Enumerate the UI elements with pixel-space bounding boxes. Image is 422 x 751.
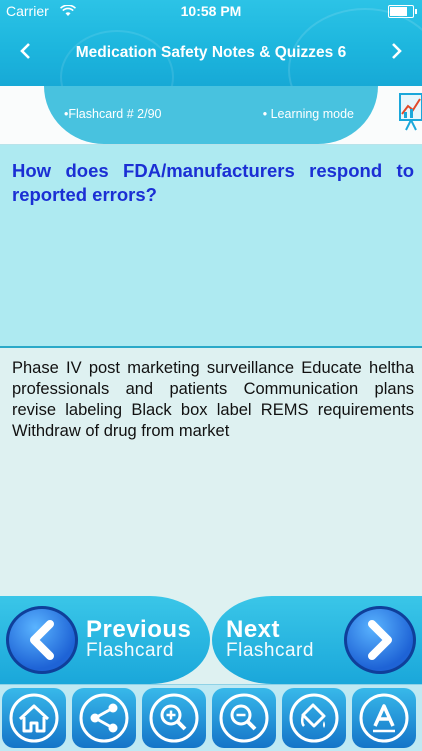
status-bar: Carrier 10:58 PM	[0, 0, 422, 22]
bottom-toolbar	[0, 684, 422, 751]
color-button[interactable]	[282, 688, 346, 748]
next-flashcard-button[interactable]: Next Flashcard	[212, 596, 422, 684]
mode-label: • Learning mode	[262, 107, 354, 121]
home-button[interactable]	[2, 688, 66, 748]
chevron-left-icon	[20, 43, 30, 59]
answer-text: Phase IV post marketing surveillance Edu…	[12, 359, 414, 440]
question-text: How does FDA/manufacturers respond to re…	[12, 160, 414, 205]
question-panel: How does FDA/manufacturers respond to re…	[0, 145, 422, 348]
home-icon	[9, 693, 59, 743]
share-icon	[79, 693, 129, 743]
next-sublabel: Flashcard	[226, 640, 314, 661]
share-button[interactable]	[72, 688, 136, 748]
font-icon	[359, 693, 409, 743]
info-strip: •Flashcard # 2/90 • Learning mode	[0, 86, 422, 145]
battery-fill	[390, 7, 407, 16]
previous-sublabel: Flashcard	[86, 640, 174, 661]
page-title: Medication Safety Notes & Quizzes 6	[75, 44, 347, 61]
zoom-out-icon	[219, 693, 269, 743]
arrow-left-icon	[6, 606, 78, 674]
paint-bucket-icon	[289, 693, 339, 743]
chart-icon	[398, 90, 422, 132]
flashcard-navigation: Previous Flashcard Next Flashcard	[0, 596, 422, 684]
zoom-in-icon	[149, 693, 199, 743]
chevron-right-icon	[392, 43, 402, 59]
clock: 10:58 PM	[180, 3, 242, 19]
info-pill: •Flashcard # 2/90 • Learning mode	[44, 86, 378, 144]
zoom-in-button[interactable]	[142, 688, 206, 748]
forward-button[interactable]	[382, 40, 412, 66]
zoom-out-button[interactable]	[212, 688, 276, 748]
answer-panel: Phase IV post marketing surveillance Edu…	[0, 348, 422, 596]
nav-header: Carrier 10:58 PM Medication Safety Notes…	[0, 0, 422, 86]
flashcard-counter: •Flashcard # 2/90	[64, 107, 162, 121]
battery-icon	[388, 5, 417, 18]
previous-flashcard-button[interactable]: Previous Flashcard	[0, 596, 210, 684]
arrow-right-icon	[344, 606, 416, 674]
font-button[interactable]	[352, 688, 416, 748]
back-button[interactable]	[10, 40, 40, 66]
